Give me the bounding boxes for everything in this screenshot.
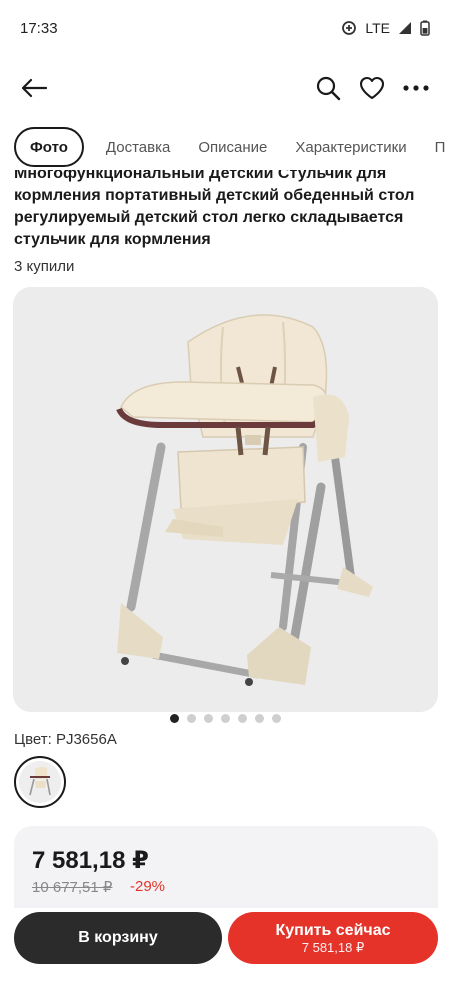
heart-icon	[359, 76, 385, 100]
tab-specifications[interactable]: Характеристики	[281, 127, 420, 167]
product-page: 17:33 LTE Фото Доставка Описание Характе…	[0, 0, 450, 1000]
product-image-gallery[interactable]	[13, 287, 438, 712]
more-button[interactable]	[394, 66, 438, 110]
tab-photo[interactable]: Фото	[14, 127, 84, 167]
pagination-dot[interactable]	[169, 714, 179, 723]
pagination-dot[interactable]	[237, 714, 247, 723]
buy-now-label: Купить сейчас	[275, 921, 391, 939]
color-label: Цвет: PJ3656A	[14, 731, 117, 748]
signal-icon	[398, 21, 412, 35]
discount-badge: -29%	[130, 878, 166, 895]
product-title-container: Многофункциональный Детский Стульчик для…	[0, 170, 450, 252]
current-price: 7 581,18 ₽	[32, 847, 149, 874]
back-button[interactable]	[12, 66, 56, 110]
system-nav-area	[0, 983, 450, 1000]
arrow-left-icon	[21, 78, 47, 98]
search-button[interactable]	[306, 66, 350, 110]
favorite-button[interactable]	[350, 66, 394, 110]
pagination-dot[interactable]	[254, 714, 264, 723]
purchase-count: 3 купили	[14, 258, 75, 275]
pagination-dot[interactable]	[271, 714, 281, 723]
tab-description[interactable]: Описание	[184, 127, 281, 167]
battery-icon	[420, 20, 430, 36]
section-tabs: Фото Доставка Описание Характеристики П	[0, 124, 450, 170]
network-type: LTE	[365, 20, 390, 36]
tab-delivery[interactable]: Доставка	[92, 127, 184, 167]
pagination-dot[interactable]	[186, 714, 196, 723]
pagination-dot[interactable]	[220, 714, 230, 723]
high-chair-image	[13, 287, 438, 712]
high-chair-thumbnail-icon	[19, 761, 61, 803]
product-title: Многофункциональный Детский Стульчик для…	[14, 170, 415, 248]
bottom-action-bar: В корзину Купить сейчас 7 581,18 ₽	[0, 908, 450, 974]
swatch-thumbnail	[19, 761, 61, 803]
buy-now-button[interactable]: Купить сейчас 7 581,18 ₽	[228, 912, 438, 964]
top-navigation	[0, 60, 450, 116]
color-swatch-selected[interactable]	[14, 756, 66, 808]
pagination-dot[interactable]	[203, 714, 213, 723]
status-time: 17:33	[20, 19, 58, 37]
buy-now-price: 7 581,18 ₽	[301, 939, 365, 955]
search-icon	[316, 76, 341, 101]
old-price: 10 677,51 ₽	[32, 879, 113, 896]
status-bar: 17:33 LTE	[0, 0, 450, 56]
tab-more[interactable]: П	[421, 127, 450, 167]
more-horizontal-icon	[403, 85, 429, 91]
data-saver-icon	[341, 20, 357, 36]
gallery-pagination	[0, 714, 450, 726]
add-to-cart-button[interactable]: В корзину	[14, 912, 222, 964]
status-icons: LTE	[341, 20, 430, 36]
